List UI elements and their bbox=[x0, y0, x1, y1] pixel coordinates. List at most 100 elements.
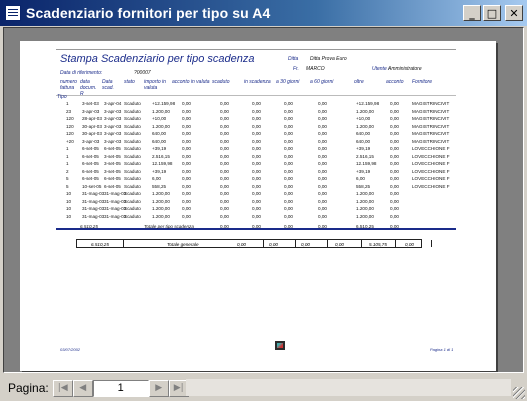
table-cell: 558,25 bbox=[356, 183, 371, 189]
table-cell: 31-mag-03 bbox=[82, 206, 105, 211]
subtotal-value: 6.510,25 bbox=[80, 224, 98, 229]
table-cell: 3-apr-03 bbox=[104, 131, 122, 136]
table-cell: +39,19 bbox=[152, 168, 167, 174]
table-cell: 10 bbox=[66, 198, 72, 204]
total-cell: 0,00 bbox=[237, 242, 246, 247]
table-cell: 0,00 bbox=[284, 168, 293, 174]
table-cell: 0,00 bbox=[182, 191, 191, 196]
table-cell: 0,00 bbox=[182, 146, 191, 151]
report-icon bbox=[5, 5, 21, 21]
table-cell: 0,00 bbox=[220, 213, 229, 219]
table-cell: 640,00 bbox=[356, 131, 371, 136]
table-cell: 1.200,00 bbox=[152, 198, 170, 204]
fr-label: Fr. bbox=[293, 66, 299, 72]
table-cell: 0,00 bbox=[182, 168, 191, 174]
footer-logo-icon bbox=[275, 341, 285, 350]
table-cell: 3-apr-03 bbox=[82, 108, 100, 114]
table-cell: 0,00 bbox=[390, 183, 399, 189]
table-cell: 6-set-05 bbox=[82, 153, 99, 159]
table-cell: 0,00 bbox=[182, 176, 191, 181]
maximize-button[interactable]: □ bbox=[483, 5, 501, 21]
close-button[interactable]: ✕ bbox=[505, 5, 523, 21]
table-cell: 0,00 bbox=[284, 176, 293, 181]
table-cell: 6-set-05 bbox=[82, 161, 99, 166]
resize-grip-icon[interactable] bbox=[513, 387, 525, 399]
table-cell: 120 bbox=[66, 123, 74, 129]
prev-page-button[interactable]: ◀ bbox=[72, 379, 93, 397]
table-cell: LOVECCHIONE F bbox=[412, 176, 450, 181]
table-cell: 0,00 bbox=[284, 183, 293, 189]
first-page-button[interactable]: |◀ bbox=[52, 379, 73, 397]
table-cell: 640,00 bbox=[152, 138, 167, 144]
table-cell: 3-set-03 bbox=[82, 101, 99, 106]
column-header: numero fattura bbox=[60, 79, 77, 91]
total-cell: 5.105,75 bbox=[369, 242, 387, 247]
total-separator bbox=[295, 240, 296, 247]
table-cell: 640,00 bbox=[356, 138, 371, 144]
table-cell: 1.200,00 bbox=[152, 213, 170, 219]
column-header: a 60 giorni bbox=[310, 79, 334, 85]
table-cell: 6-set-05 bbox=[104, 146, 121, 151]
table-cell: 0,00 bbox=[284, 116, 293, 121]
table-cell: 5 bbox=[66, 183, 69, 189]
table-cell: Scaduto bbox=[124, 101, 141, 106]
table-cell: 0,00 bbox=[390, 123, 399, 129]
table-cell: 0,00 bbox=[220, 198, 229, 204]
top-rule bbox=[56, 49, 456, 50]
table-cell: Scaduto bbox=[124, 176, 141, 181]
table-cell: 0,00 bbox=[318, 146, 327, 151]
page-number-input[interactable]: 1 bbox=[92, 379, 149, 397]
subtotal-cell: 6.510,25 bbox=[356, 224, 374, 229]
table-cell: 0,00 bbox=[182, 206, 191, 211]
table-cell: 23 bbox=[66, 108, 72, 114]
table-cell: 0,00 bbox=[252, 183, 261, 189]
table-cell: 0,00 bbox=[284, 131, 293, 136]
table-cell: 0,00 bbox=[390, 146, 399, 151]
table-cell: 0,00 bbox=[252, 131, 261, 136]
table-cell: 0,00 bbox=[182, 116, 191, 121]
table-cell: 0,00 bbox=[318, 191, 327, 196]
table-cell: 0,00 bbox=[220, 191, 229, 196]
table-cell: 0,00 bbox=[390, 101, 399, 106]
table-cell: 31-mag-03 bbox=[104, 213, 127, 219]
footer-date: 03/07/2002 bbox=[60, 347, 81, 352]
table-cell: Scaduto bbox=[124, 108, 141, 114]
table-cell: 3-apr-03 bbox=[104, 116, 122, 121]
table-cell: 0,00 bbox=[252, 101, 261, 106]
table-cell: 1.200,00 bbox=[356, 123, 374, 129]
table-cell: 0,00 bbox=[390, 198, 399, 204]
table-cell: 0,00 bbox=[220, 123, 229, 129]
title-bar: Scadenziario fornitori per tipo su A4 _ … bbox=[0, 0, 527, 26]
table-cell: MAGISTRINCIVIT bbox=[412, 123, 450, 129]
table-cell: 0,00 bbox=[318, 131, 327, 136]
utente-value: Amministratore bbox=[388, 66, 422, 72]
table-cell: 0,00 bbox=[390, 191, 399, 196]
table-cell: 0,00 bbox=[252, 198, 261, 204]
table-cell: 1 bbox=[66, 146, 69, 151]
horizontal-scrollbar[interactable] bbox=[186, 379, 511, 396]
table-cell: 0,00 bbox=[318, 101, 327, 106]
minimize-button[interactable]: _ bbox=[463, 5, 481, 21]
table-cell: 0,00 bbox=[284, 191, 293, 196]
next-page-button[interactable]: ▶ bbox=[148, 379, 169, 397]
column-header: Data scad. bbox=[102, 79, 114, 91]
table-cell: 1 bbox=[66, 161, 69, 166]
table-cell: 0,00 bbox=[284, 206, 293, 211]
table-cell: 0,00 bbox=[182, 213, 191, 219]
table-cell: LOVECCHIONE F bbox=[412, 153, 450, 159]
window-title: Scadenziario fornitori per tipo su A4 bbox=[26, 5, 271, 21]
subtotal-cell: 0,00 bbox=[318, 224, 327, 229]
column-header: data docum. bbox=[80, 79, 97, 91]
table-cell: 0,00 bbox=[318, 161, 327, 166]
table-cell: 0,00 bbox=[284, 161, 293, 166]
table-cell: 0,00 bbox=[284, 108, 293, 114]
table-cell: Scaduto bbox=[124, 198, 141, 204]
print-preview-area[interactable]: Stampa Scadenziario per tipo scadenza Di… bbox=[3, 27, 524, 373]
table-cell: MAGISTRINCIVIT bbox=[412, 131, 450, 136]
tipo-value: R bbox=[80, 91, 84, 97]
total-separator bbox=[263, 240, 264, 247]
table-cell: Scaduto bbox=[124, 191, 141, 196]
table-cell: 2 bbox=[66, 168, 69, 174]
total-separator bbox=[123, 240, 124, 247]
table-cell: MAGISTRINCIVIT bbox=[412, 138, 450, 144]
